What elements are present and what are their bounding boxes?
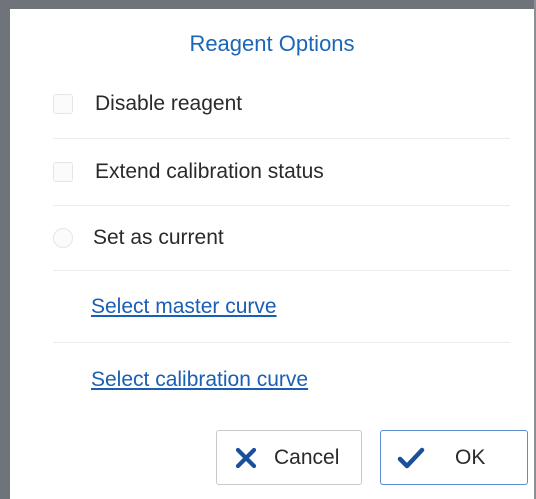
divider [53, 205, 510, 206]
divider [53, 270, 510, 271]
dialog-title: Reagent Options [189, 31, 355, 56]
disable-reagent-checkbox[interactable] [53, 94, 73, 114]
extend-calibration-label: Extend calibration status [95, 160, 324, 183]
divider [53, 342, 510, 343]
set-as-current-label: Set as current [93, 226, 224, 249]
cancel-button-label: Cancel [274, 445, 340, 469]
option-disable-reagent[interactable]: Disable reagent [53, 82, 510, 126]
checkmark-icon [397, 446, 425, 470]
extend-calibration-checkbox[interactable] [53, 162, 73, 182]
select-calibration-curve-link[interactable]: Select calibration curve [91, 368, 308, 392]
disable-reagent-label: Disable reagent [95, 92, 243, 115]
cancel-button[interactable]: Cancel [216, 430, 362, 485]
reagent-options-dialog: Reagent Options Disable reagent Extend c… [0, 0, 536, 499]
ok-button[interactable]: OK [380, 430, 528, 485]
window-frame-top [0, 0, 536, 9]
option-set-as-current[interactable]: Set as current [53, 216, 510, 260]
ok-button-label: OK [455, 445, 486, 469]
close-icon [234, 446, 258, 470]
window-frame-left [0, 0, 10, 499]
option-extend-calibration[interactable]: Extend calibration status [53, 150, 510, 194]
select-master-curve-link[interactable]: Select master curve [91, 295, 277, 319]
divider [53, 138, 510, 139]
set-as-current-radio[interactable] [53, 228, 73, 248]
